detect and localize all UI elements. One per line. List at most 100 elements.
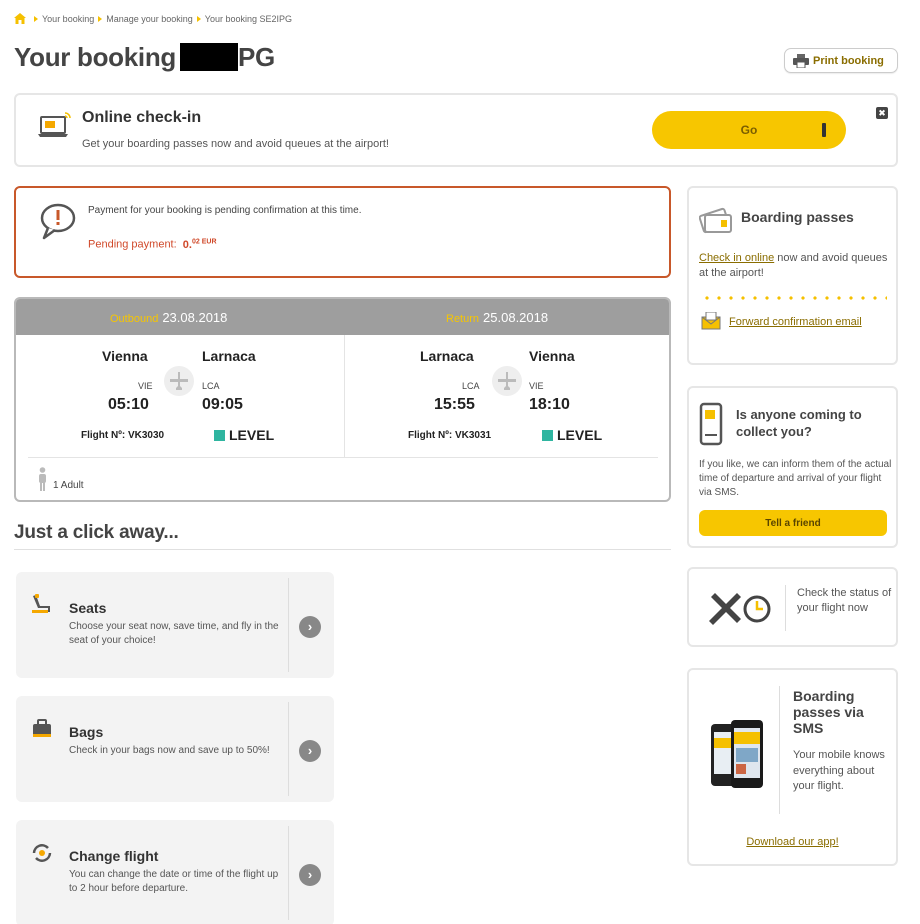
service-card-bags[interactable]: Bags Check in your bags now and save up … <box>16 696 334 802</box>
tell-a-friend-button[interactable]: Tell a friend <box>699 510 887 536</box>
return-to-code: VIE <box>529 381 544 391</box>
outbound-from-city: Vienna <box>102 348 148 364</box>
person-icon <box>39 467 46 491</box>
page-title-suffix: PG <box>238 42 275 72</box>
forward-confirmation-email-link[interactable]: Forward confirmation email <box>729 316 862 328</box>
mobile-phone-icon <box>699 402 723 446</box>
payment-message: Payment for your booking is pending conf… <box>88 205 362 216</box>
sms-title: Boarding passes via SMS <box>793 688 864 736</box>
level-logo-icon <box>214 429 225 441</box>
plane-icon <box>492 366 522 396</box>
page-title-prefix: Your booking <box>14 42 177 72</box>
flight-status-icon <box>709 593 771 625</box>
itinerary-separator <box>28 457 658 458</box>
breadcrumb-item-manage-booking[interactable]: Manage your booking <box>106 14 193 24</box>
printer-icon <box>793 53 809 68</box>
amount-decimals: 02 <box>191 238 200 245</box>
go-label: Go <box>740 123 758 137</box>
section-divider <box>14 549 671 550</box>
chevron-right-icon[interactable]: › <box>299 740 321 762</box>
service-description: Choose your seat now, save time, and fly… <box>69 621 279 646</box>
pending-payment-label: Pending payment: <box>88 238 177 251</box>
redaction-block <box>180 43 239 71</box>
change-flight-icon <box>32 844 52 862</box>
smartphones-icon <box>711 720 763 788</box>
page-title: Your booking PG <box>14 42 275 73</box>
breadcrumb-item-your-booking[interactable]: Your booking <box>42 14 94 24</box>
boarding-passes-card: Boarding passes Check in online now and … <box>687 186 898 365</box>
return-airline-name: LEVEL <box>557 427 603 443</box>
service-card-seats[interactable]: Seats Choose your seat now, save time, a… <box>16 572 334 678</box>
checkin-go-button[interactable]: Go <box>652 111 846 149</box>
email-icon <box>701 312 721 330</box>
passenger-count-label: 1 Adult <box>53 480 84 491</box>
service-card-change-flight[interactable]: Change flight You can change the date or… <box>16 820 334 924</box>
service-description: You can change the date or time of the f… <box>69 869 279 894</box>
download-app-link[interactable]: Download our app! <box>689 836 896 848</box>
sms-text: Your mobile knows everything about your … <box>793 749 885 792</box>
amount-main: 0. <box>182 238 192 251</box>
close-icon[interactable]: ✖ <box>876 107 888 119</box>
amount-currency: EUR <box>201 238 217 245</box>
outbound-label: Outbound <box>110 313 159 325</box>
print-booking-button[interactable]: Print booking <box>784 48 898 73</box>
return-label: Return <box>446 313 480 325</box>
chevron-right-icon[interactable]: › <box>299 616 321 638</box>
bag-icon <box>33 719 51 737</box>
breadcrumb-item-current: Your booking SE2IPG <box>204 13 293 24</box>
boarding-passes-title: Boarding passes <box>741 209 854 225</box>
dotted-divider <box>701 296 887 300</box>
sms-separator <box>779 686 780 814</box>
chevron-right-icon <box>34 15 38 22</box>
status-separator <box>785 585 786 631</box>
return-airline: LEVEL <box>542 427 602 443</box>
return-to-city: Vienna <box>529 348 575 364</box>
service-name: Change flight <box>69 848 159 864</box>
pending-payment: Pending payment: 0.02 EUR <box>88 238 217 251</box>
passenger-count: 1 Adult <box>38 467 84 491</box>
seat-icon <box>32 594 50 613</box>
outbound-flight-number: Flight Nº: VK3030 <box>81 430 165 441</box>
collect-you-card: Is anyone coming to collect you? If you … <box>687 386 898 548</box>
outbound-to-city: Larnaca <box>202 348 256 364</box>
outbound-date: 23.08.2018 <box>162 310 228 325</box>
warning-speech-bubble-icon <box>40 203 76 240</box>
chevron-right-icon <box>98 15 103 22</box>
service-separator <box>288 702 289 796</box>
plane-icon <box>164 366 194 396</box>
home-icon[interactable] <box>14 13 26 24</box>
outbound-airline-name: LEVEL <box>229 427 275 443</box>
outbound-header: Outbound 23.08.2018 <box>110 310 227 325</box>
boarding-pass-icon <box>699 207 732 234</box>
outbound-arrival-time: 09:05 <box>202 396 243 413</box>
checkin-title: Online check-in <box>82 109 202 126</box>
check-in-online-link[interactable]: Check in online <box>699 252 774 264</box>
outbound-from-code: VIE <box>138 381 153 391</box>
return-date: 25.08.2018 <box>483 310 549 325</box>
service-name: Bags <box>69 724 104 740</box>
pending-amount: 0.02 EUR <box>182 238 217 251</box>
collect-you-title: Is anyone coming to collect you? <box>736 407 862 439</box>
return-arrival-time: 18:10 <box>529 396 570 413</box>
breadcrumb: Your booking Manage your booking Your bo… <box>14 13 292 24</box>
service-description: Check in your bags now and save up to 50… <box>69 745 270 756</box>
laptop-checkin-icon <box>38 112 71 137</box>
print-booking-label: Print booking <box>813 54 884 67</box>
flight-status-card[interactable]: Check the status of your flight now <box>687 567 898 647</box>
itinerary-header: Outbound 23.08.2018 Return 25.08.2018 <box>16 299 669 335</box>
return-from-city: Larnaca <box>420 348 474 364</box>
outbound-airline: LEVEL <box>214 427 274 443</box>
checkin-subtitle: Get your boarding passes now and avoid q… <box>82 138 389 150</box>
level-logo-icon <box>542 429 553 441</box>
service-name: Seats <box>69 600 107 616</box>
online-checkin-card: Online check-in Get your boarding passes… <box>14 93 898 167</box>
return-header: Return 25.08.2018 <box>446 310 548 325</box>
return-from-code: LCA <box>462 381 480 391</box>
boarding-passes-text: Check in online now and avoid queues at … <box>699 251 889 281</box>
go-arrow-icon <box>822 123 826 137</box>
chevron-right-icon[interactable]: › <box>299 864 321 886</box>
payment-pending-alert: Payment for your booking is pending conf… <box>14 186 671 278</box>
section-title-click-away: Just a click away... <box>14 522 179 543</box>
flight-itinerary-card: Outbound 23.08.2018 Return 25.08.2018 Vien… <box>14 297 671 502</box>
chevron-right-icon <box>196 15 201 22</box>
